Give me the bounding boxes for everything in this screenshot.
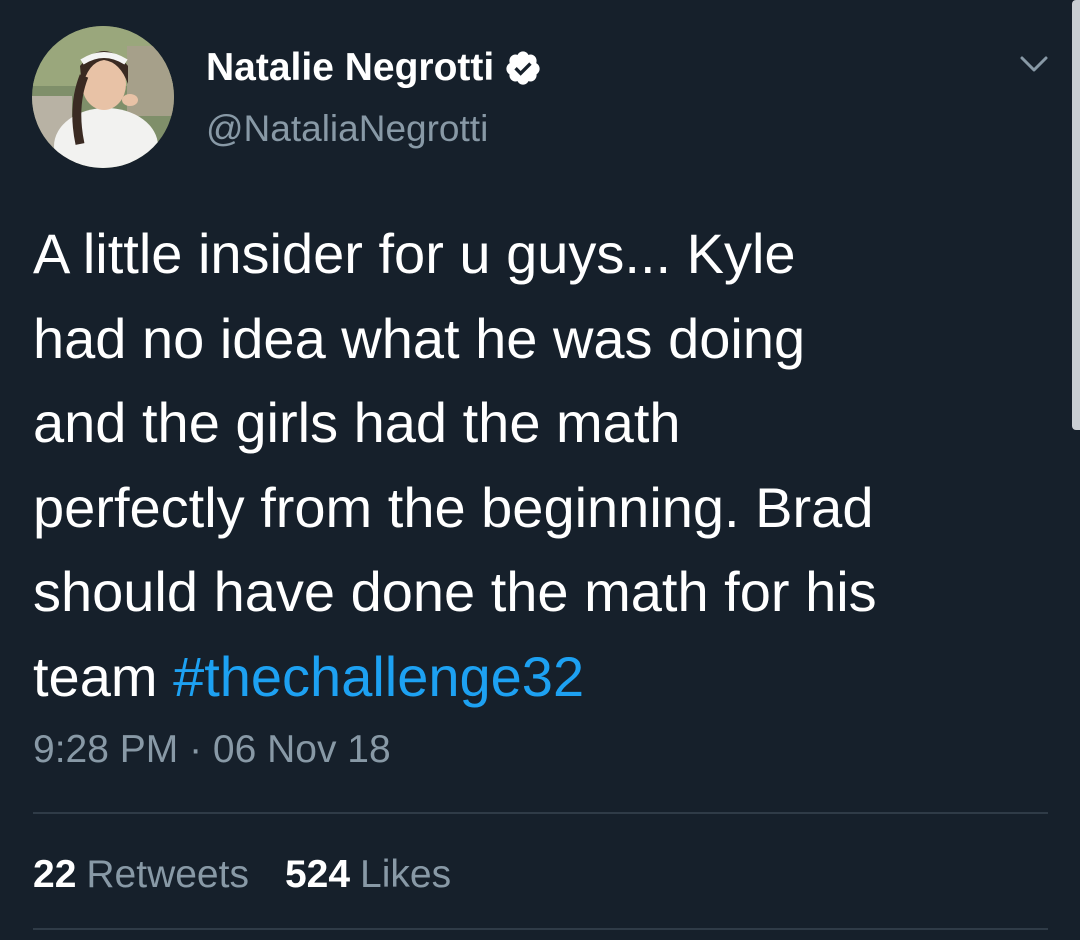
tweet-text: A little insider for u guys... Kyle had … — [33, 212, 1043, 719]
author-handle[interactable]: @NataliaNegrotti — [206, 106, 488, 152]
tweet-text-line: should have done the math for his — [33, 560, 877, 623]
avatar[interactable] — [32, 26, 174, 168]
retweets-count: 22 — [33, 853, 77, 896]
likes-label: Likes — [360, 853, 452, 896]
verified-badge-icon — [506, 51, 540, 85]
tweet-stats: 22 Retweets 524 Likes — [33, 850, 451, 900]
likes-stat[interactable]: 524 Likes — [285, 850, 451, 900]
retweets-label: Retweets — [86, 853, 249, 896]
tweet-text-line: perfectly from the beginning. Brad — [33, 475, 874, 539]
hashtag-link[interactable]: #thechallenge32 — [173, 645, 584, 708]
likes-count: 524 — [284, 853, 351, 896]
divider — [33, 928, 1048, 930]
tweet-text-line: team — [33, 644, 174, 708]
chevron-down-icon — [1020, 56, 1048, 72]
tweet-text-line: and the girls had the math — [33, 391, 681, 454]
tweet-timestamp[interactable]: 9:28 PM · 06 Nov 18 — [33, 725, 391, 775]
divider — [33, 812, 1048, 814]
tweet-text-line: A little insider for u guys... Kyle — [33, 222, 796, 285]
avatar-image — [32, 26, 174, 168]
author-display-name[interactable]: Natalie Negrotti — [206, 44, 494, 92]
tweet-text-line: had no idea what he was doing — [33, 306, 806, 370]
retweets-stat[interactable]: 22 Retweets — [33, 850, 249, 900]
tweet-detail: Natalie Negrotti @NataliaNegrotti A litt… — [0, 0, 1080, 940]
author-name-row[interactable]: Natalie Negrotti — [206, 44, 542, 92]
tweet-menu-button[interactable] — [1014, 48, 1054, 80]
scrollbar[interactable] — [1072, 0, 1080, 430]
